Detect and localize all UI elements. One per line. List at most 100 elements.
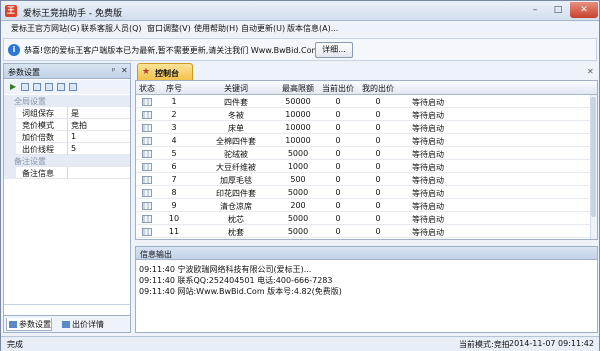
menu-official-site[interactable]: 爱标王官方网站(G) (11, 23, 79, 34)
tab-console[interactable]: ★ 控制台 (137, 63, 193, 80)
col-number[interactable]: 序号 (160, 83, 188, 94)
cell-number: 6 (171, 162, 177, 171)
tab-bid-details[interactable]: 出价详情 (60, 318, 104, 331)
cell-limit: 5000 (287, 188, 309, 197)
cell-status: 等待启动 (412, 124, 444, 133)
cell-number: 4 (171, 136, 177, 145)
settings-icon[interactable] (69, 83, 77, 91)
prop-row[interactable]: 出价线程 5 (4, 143, 130, 155)
category-note[interactable]: 备注设置 (4, 155, 130, 167)
cell-limit: 5000 (287, 149, 309, 158)
edit-icon[interactable] (33, 83, 41, 91)
table-row[interactable]: 4 全棉四件套 10000 0 0 等待启动 (136, 135, 597, 147)
cell-current-bid: 0 (335, 123, 341, 132)
col-limit[interactable]: 最高限额 (278, 83, 318, 94)
category-label: 备注设置 (14, 157, 46, 166)
cell-status: 等待启动 (412, 202, 444, 211)
status-icon (142, 176, 152, 184)
table-row[interactable]: 5 驼绒被 5000 0 0 等待启动 (136, 148, 597, 160)
log-line: 09:11:40 宁波欧瑞网络科技有限公司(爱标王)... (139, 265, 312, 274)
update-notice-bar: i 恭喜!您的爱标王客户端版本已为最新,暂不需要更新,请关注我们 Www.BwB… (3, 38, 597, 61)
cell-keyword: 驼绒被 (224, 150, 248, 159)
col-current-bid[interactable]: 当前出价 (320, 83, 356, 94)
panel-header: 参数设置 ᵖ ✕ (4, 64, 130, 79)
divider (67, 107, 68, 119)
cell-limit: 50000 (285, 97, 311, 106)
cell-keyword: 枕套 (228, 228, 244, 237)
export-icon[interactable] (57, 83, 65, 91)
cell-number: 8 (171, 188, 177, 197)
table-row[interactable]: 8 印花四件套 5000 0 0 等待启动 (136, 187, 597, 199)
cell-status: 等待启动 (412, 98, 444, 107)
close-button[interactable]: ✕ (570, 2, 598, 18)
cell-current-bid: 0 (335, 188, 341, 197)
cell-number: 5 (171, 149, 177, 158)
cell-my-bid: 0 (375, 162, 381, 171)
menu-version-info[interactable]: 版本信息(A)... (287, 23, 338, 34)
cell-number: 3 (171, 123, 177, 132)
minimize-button[interactable]: – (524, 2, 546, 18)
table-row[interactable]: 6 大豆纤维被 1000 0 0 等待启动 (136, 161, 597, 173)
console-icon: ★ (142, 67, 151, 77)
detail-button[interactable]: 详细... (315, 42, 353, 58)
prop-value[interactable]: 竞拍 (71, 120, 87, 131)
menu-help[interactable]: 使用帮助(H) (194, 23, 238, 34)
cell-my-bid: 0 (375, 110, 381, 119)
table-row[interactable]: 7 加厚毛毯 500 0 0 等待启动 (136, 174, 597, 186)
prop-value[interactable]: 是 (71, 108, 79, 119)
prop-row[interactable]: 备注信息 (4, 167, 130, 179)
cell-number: 1 (171, 97, 177, 106)
status-icon (142, 215, 152, 223)
status-icon (142, 228, 152, 236)
cell-status: 等待启动 (412, 137, 444, 146)
prop-value[interactable]: 1 (71, 132, 76, 141)
cell-current-bid: 0 (335, 227, 341, 236)
divider (67, 167, 68, 179)
col-keyword[interactable]: 关键词 (196, 83, 276, 94)
pin-icon[interactable]: ᵖ (112, 66, 115, 75)
prop-row[interactable]: 词组保存 是 (4, 107, 130, 119)
list-icon[interactable] (21, 83, 29, 91)
status-icon (142, 202, 152, 210)
status-icon (142, 163, 152, 171)
category-global[interactable]: 全局设置 (4, 95, 130, 107)
cell-keyword: 全棉四件套 (216, 137, 256, 146)
prop-key: 词组保存 (22, 109, 54, 118)
cell-number: 10 (168, 214, 180, 223)
info-output-log: 09:11:40 宁波欧瑞网络科技有限公司(爱标王)... 09:11:40 联… (135, 260, 598, 333)
menu-contact-support[interactable]: 联系客服人员(Q) (81, 23, 142, 34)
cell-status: 等待启动 (412, 228, 444, 237)
tab-params[interactable]: 参数设置 (6, 318, 52, 331)
cell-current-bid: 0 (335, 214, 341, 223)
prop-row[interactable]: 加价倍数 1 (4, 131, 130, 143)
scroll-thumb[interactable] (591, 97, 596, 217)
table-row[interactable]: 2 冬被 10000 0 0 等待启动 (136, 109, 597, 121)
menu-window-adjust[interactable]: 窗口调整(V) (147, 23, 191, 34)
tab-label: 控制台 (155, 69, 179, 78)
table-row[interactable]: 9 清仓凉席 200 0 0 等待启动 (136, 200, 597, 212)
status-bar: 完成 当前模式:竞拍 2014-11-07 09:11:42 (1, 336, 599, 351)
info-output-header: 信息输出 (135, 246, 598, 260)
cell-limit: 10000 (285, 123, 311, 132)
play-icon[interactable]: ▶ (10, 82, 16, 91)
col-status[interactable]: 状态 (138, 83, 156, 94)
cell-current-bid: 0 (335, 136, 341, 145)
prop-row[interactable]: 竞价模式 竞拍 (4, 119, 130, 131)
table-row[interactable]: 3 床单 10000 0 0 等待启动 (136, 122, 597, 134)
prop-key: 加价倍数 (22, 133, 54, 142)
col-my-bid[interactable]: 我的出价 (358, 83, 398, 94)
panel-close-icon[interactable]: ✕ (121, 66, 128, 75)
description-area (4, 304, 130, 305)
table-row[interactable]: 10 枕芯 5000 0 0 等待启动 (136, 213, 597, 225)
table-row[interactable]: 1 四件套 50000 0 0 等待启动 (136, 96, 597, 108)
details-icon (62, 321, 70, 328)
maximize-button[interactable]: □ (547, 2, 569, 18)
cell-limit: 5000 (287, 214, 309, 223)
cell-limit: 10000 (285, 136, 311, 145)
close-tab-icon[interactable]: ✕ (587, 67, 594, 76)
add-icon[interactable] (45, 83, 53, 91)
title-bar[interactable]: 王 爱标王竞拍助手 - 免费版 – □ ✕ (1, 1, 599, 21)
menu-auto-update[interactable]: 自动更新(U) (241, 23, 285, 34)
prop-value[interactable]: 5 (71, 144, 76, 153)
table-row[interactable]: 11 枕套 5000 0 0 等待启动 (136, 226, 597, 238)
